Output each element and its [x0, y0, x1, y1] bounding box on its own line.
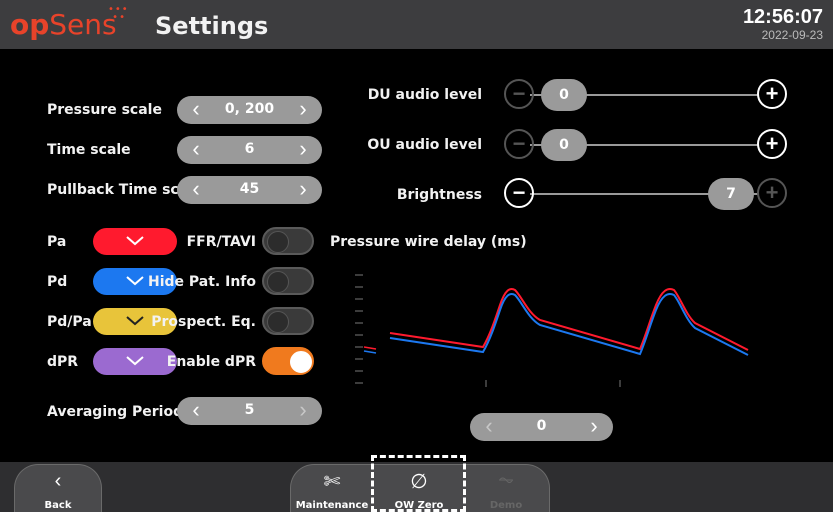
opsens-logo: opSens ••• ••: [10, 4, 129, 41]
dpr-color-label: dPR: [47, 354, 79, 370]
demo-button[interactable]: ⏦ Demo: [464, 464, 548, 512]
clock-date: 2022-09-23: [761, 28, 823, 42]
clock: 12:56:07 2022-09-23: [743, 6, 823, 42]
brightness-slider-knob[interactable]: 7: [708, 178, 754, 210]
pullback-time-scale-decrease-button[interactable]: ‹: [183, 177, 209, 203]
dpr-color-dropdown[interactable]: [93, 348, 177, 375]
ou-audio-decrease-button[interactable]: −: [504, 129, 534, 159]
averaging-period-decrease-button[interactable]: ‹: [183, 398, 209, 424]
pressure-wire-delay-label: Pressure wire delay (ms): [330, 234, 527, 250]
pa-waveform: [389, 287, 749, 351]
back-button[interactable]: ‹ Back: [14, 464, 102, 512]
enable-dpr-toggle[interactable]: [262, 347, 314, 375]
brightness-label: Brightness: [396, 187, 482, 203]
chevron-left-icon: ‹: [54, 470, 62, 492]
pd-pa-color-label: Pd/Pa: [47, 314, 92, 330]
du-audio-slider-knob[interactable]: 0: [541, 79, 587, 111]
du-audio-increase-button[interactable]: +: [757, 79, 787, 109]
wire-delay-value: 0: [536, 418, 547, 434]
time-scale-decrease-button[interactable]: ‹: [183, 137, 209, 163]
hide-patient-info-toggle[interactable]: [262, 267, 314, 295]
toggle-knob: [267, 271, 289, 293]
pressure-scale-stepper: ‹ 0, 200 ›: [177, 96, 322, 124]
page-title: Settings: [155, 12, 269, 40]
pa-level-marker: [363, 346, 377, 350]
brightness-decrease-button[interactable]: −: [504, 178, 534, 208]
highlight-box: [371, 455, 466, 512]
time-scale-increase-button[interactable]: ›: [290, 137, 316, 163]
ffr-tavi-toggle[interactable]: [262, 227, 314, 255]
pullback-time-scale-value: 45: [239, 181, 260, 197]
time-scale-label: Time scale: [47, 142, 131, 158]
hide-patient-info-label: Hide Pat. Info: [147, 274, 256, 290]
header-bar: opSens ••• •• Settings 12:56:07 2022-09-…: [0, 0, 833, 49]
pressure-scale-decrease-button[interactable]: ‹: [183, 97, 209, 123]
toggle-knob: [267, 231, 289, 253]
prospect-eq-toggle[interactable]: [262, 307, 314, 335]
pa-color-dropdown[interactable]: [93, 228, 177, 255]
ou-audio-level-label: OU audio level: [367, 137, 482, 153]
averaging-period-stepper: ‹ 5 ›: [177, 397, 322, 425]
averaging-period-label: Averaging Period: [47, 404, 184, 420]
chevron-down-icon: [126, 316, 144, 326]
maintenance-button[interactable]: ✄ Maintenance: [290, 464, 374, 512]
pullback-time-scale-stepper: ‹ 45 ›: [177, 176, 322, 204]
pd-color-label: Pd: [47, 274, 68, 290]
pa-color-label: Pa: [47, 234, 67, 250]
pressure-scale-label: Pressure scale: [47, 102, 162, 118]
waveform-icon: ⏦: [497, 469, 515, 491]
pressure-waveform-preview: [355, 274, 749, 387]
toggle-knob: [267, 311, 289, 333]
du-audio-level-label: DU audio level: [367, 87, 482, 103]
enable-dpr-label: Enable dPR: [166, 354, 256, 370]
ou-audio-slider-knob[interactable]: 0: [541, 129, 587, 161]
pullback-time-scale-increase-button[interactable]: ›: [290, 177, 316, 203]
wire-delay-decrease-button[interactable]: ‹: [476, 414, 502, 440]
clock-time: 12:56:07: [742, 6, 823, 28]
brightness-increase-button[interactable]: +: [757, 178, 787, 208]
chevron-down-icon: [126, 236, 144, 246]
pd-waveform: [389, 292, 749, 356]
averaging-period-value: 5: [244, 402, 255, 418]
chevron-down-icon: [126, 356, 144, 366]
ou-audio-increase-button[interactable]: +: [757, 129, 787, 159]
averaging-period-increase-button[interactable]: ›: [290, 398, 316, 424]
chevron-down-icon: [126, 276, 144, 286]
toggle-knob: [290, 351, 312, 373]
ffr-tavi-label: FFR/TAVI: [186, 234, 256, 250]
time-scale-stepper: ‹ 6 ›: [177, 136, 322, 164]
wire-delay-increase-button[interactable]: ›: [581, 414, 607, 440]
wire-delay-stepper: ‹ 0 ›: [470, 413, 613, 441]
du-audio-decrease-button[interactable]: −: [504, 79, 534, 109]
pressure-scale-value: 0, 200: [224, 101, 275, 117]
prospect-eq-label: Prospect. Eq.: [151, 314, 256, 330]
pressure-scale-increase-button[interactable]: ›: [290, 97, 316, 123]
tools-icon: ✄: [323, 471, 341, 493]
pd-level-marker: [363, 350, 377, 354]
time-scale-value: 6: [244, 141, 255, 157]
